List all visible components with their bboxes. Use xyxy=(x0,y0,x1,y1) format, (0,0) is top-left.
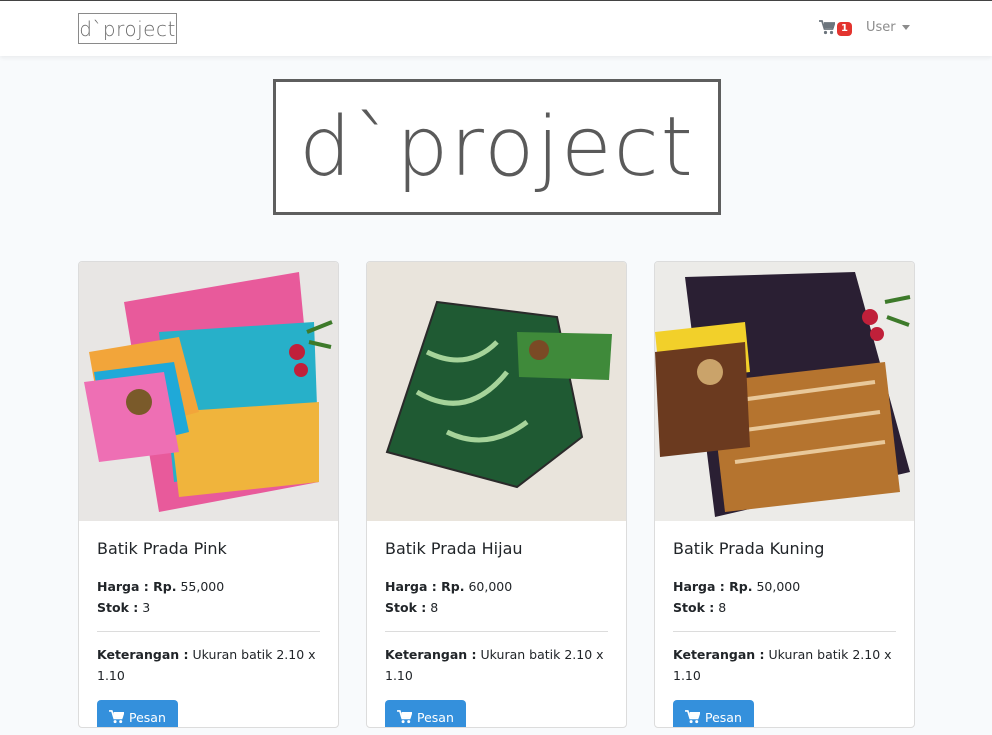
product-name: Batik Prada Hijau xyxy=(385,539,523,558)
divider xyxy=(673,631,896,632)
price-label: Harga : Rp. xyxy=(673,579,753,594)
divider xyxy=(385,631,608,632)
order-button-label: Pesan xyxy=(129,709,166,725)
price-value: 50,000 xyxy=(756,579,801,594)
stock-row: Stok : 8 xyxy=(385,597,608,618)
user-label: User xyxy=(866,20,896,35)
shopping-cart-icon xyxy=(685,710,700,724)
product-card: Batik Prada Pink Harga : Rp. 55,000 Stok… xyxy=(78,261,339,728)
hero-logo: d`project xyxy=(273,79,721,215)
stock-label: Stok : xyxy=(97,600,139,615)
price-row: Harga : Rp. 50,000 xyxy=(673,576,896,597)
note-label: Keterangan : xyxy=(673,647,765,662)
product-image xyxy=(79,262,338,521)
order-button[interactable]: Pesan xyxy=(97,700,178,727)
price-row: Harga : Rp. 60,000 xyxy=(385,576,608,597)
divider xyxy=(97,631,320,632)
product-card: Batik Prada Hijau Harga : Rp. 60,000 Sto… xyxy=(366,261,627,728)
cart-count-badge: 1 xyxy=(837,22,852,36)
price-row: Harga : Rp. 55,000 xyxy=(97,576,320,597)
order-button-label: Pesan xyxy=(417,709,454,725)
product-card: Batik Prada Kuning Harga : Rp. 50,000 St… xyxy=(654,261,915,728)
product-name: Batik Prada Kuning xyxy=(673,539,825,558)
order-button[interactable]: Pesan xyxy=(673,700,754,727)
stock-value: 3 xyxy=(142,600,151,615)
user-dropdown[interactable]: User xyxy=(866,20,910,35)
stock-value: 8 xyxy=(718,600,727,615)
note-label: Keterangan : xyxy=(97,647,189,662)
order-button[interactable]: Pesan xyxy=(385,700,466,727)
brand-logo[interactable]: d`project xyxy=(78,13,177,44)
price-label: Harga : Rp. xyxy=(385,579,465,594)
price-value: 55,000 xyxy=(180,579,225,594)
shopping-cart-icon xyxy=(397,710,412,724)
order-button-label: Pesan xyxy=(705,709,742,725)
price-label: Harga : Rp. xyxy=(97,579,177,594)
shopping-cart-icon xyxy=(819,20,835,35)
shopping-cart-icon xyxy=(109,710,124,724)
navbar: d`project 1 User xyxy=(0,1,992,56)
stock-label: Stok : xyxy=(385,600,427,615)
stock-row: Stok : 3 xyxy=(97,597,320,618)
chevron-down-icon xyxy=(901,25,910,30)
note-row: Keterangan : Ukuran batik 2.10 x 1.10 xyxy=(385,644,608,686)
cart-link[interactable]: 1 xyxy=(819,19,852,36)
stock-label: Stok : xyxy=(673,600,715,615)
note-row: Keterangan : Ukuran batik 2.10 x 1.10 xyxy=(97,644,320,686)
product-image xyxy=(367,262,626,521)
product-image xyxy=(655,262,914,521)
price-value: 60,000 xyxy=(468,579,513,594)
product-name: Batik Prada Pink xyxy=(97,539,227,558)
note-label: Keterangan : xyxy=(385,647,477,662)
stock-value: 8 xyxy=(430,600,439,615)
note-row: Keterangan : Ukuran batik 2.10 x 1.10 xyxy=(673,644,896,686)
stock-row: Stok : 8 xyxy=(673,597,896,618)
